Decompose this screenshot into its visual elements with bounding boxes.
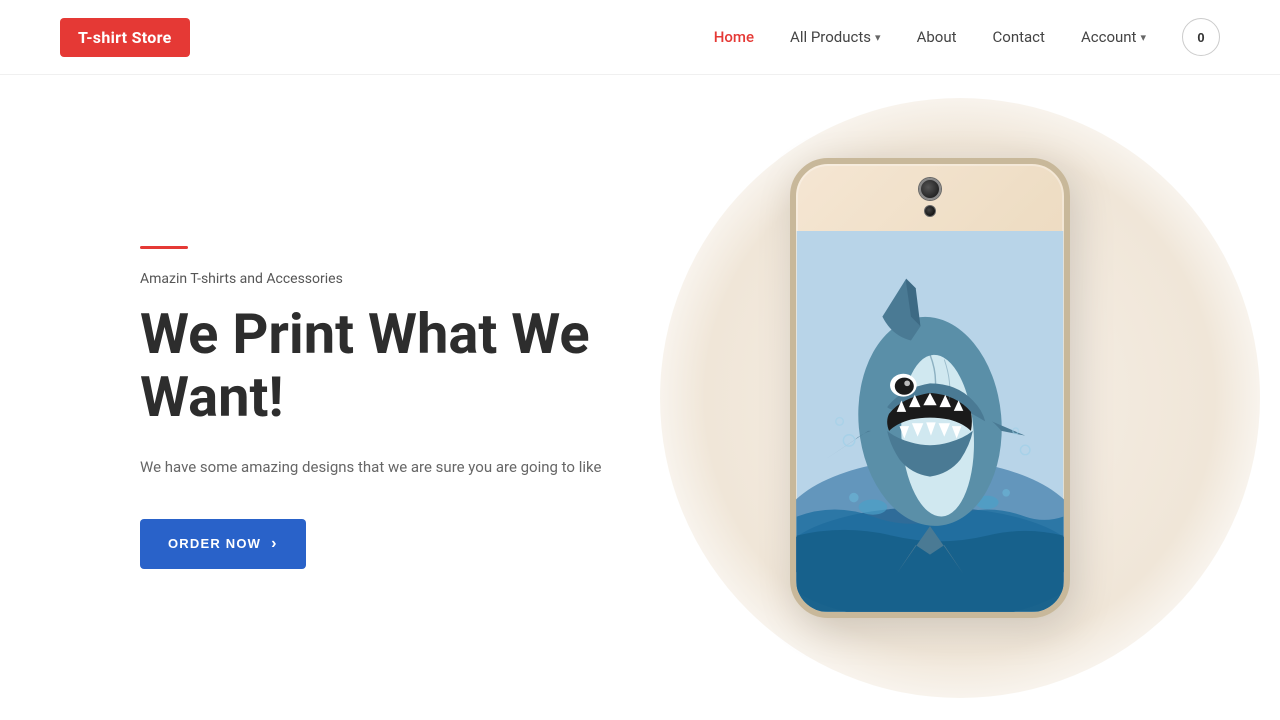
camera-lens-main [919, 178, 941, 200]
main-nav: Home All Products ▾ About Contact Accoun… [714, 18, 1220, 56]
order-now-button[interactable]: ORDER NOW › [140, 519, 306, 569]
nav-all-products[interactable]: All Products ▾ [790, 28, 881, 46]
hero-subtitle: Amazin T-shirts and Accessories [140, 271, 640, 287]
phone-edge-detail [1064, 298, 1068, 378]
phone-body [790, 158, 1070, 618]
site-logo[interactable]: T-shirt Store [60, 18, 190, 57]
hero-content: Amazin T-shirts and Accessories We Print… [140, 226, 640, 569]
camera-lens-secondary [924, 205, 936, 217]
chevron-down-icon: ▾ [875, 31, 881, 44]
cart-count: 0 [1197, 30, 1204, 45]
hero-title: We Print What We Want! [140, 303, 640, 428]
cart-button[interactable]: 0 [1182, 18, 1220, 56]
nav-contact[interactable]: Contact [993, 28, 1045, 46]
site-header: T-shirt Store Home All Products ▾ About … [0, 0, 1280, 75]
arrow-right-icon: › [271, 535, 278, 553]
hero-section: Amazin T-shirts and Accessories We Print… [0, 75, 1280, 720]
nav-account[interactable]: Account ▾ [1081, 28, 1146, 46]
phone-camera [919, 178, 941, 217]
chevron-down-icon: ▾ [1140, 31, 1146, 44]
hero-description: We have some amazing designs that we are… [140, 456, 640, 479]
phone-mockup [790, 158, 1070, 618]
nav-about[interactable]: About [917, 28, 957, 46]
nav-home[interactable]: Home [714, 28, 754, 46]
shark-illustration [796, 231, 1064, 612]
phone-screen [796, 231, 1064, 612]
hero-image-area [640, 75, 1220, 720]
red-divider [140, 246, 188, 249]
